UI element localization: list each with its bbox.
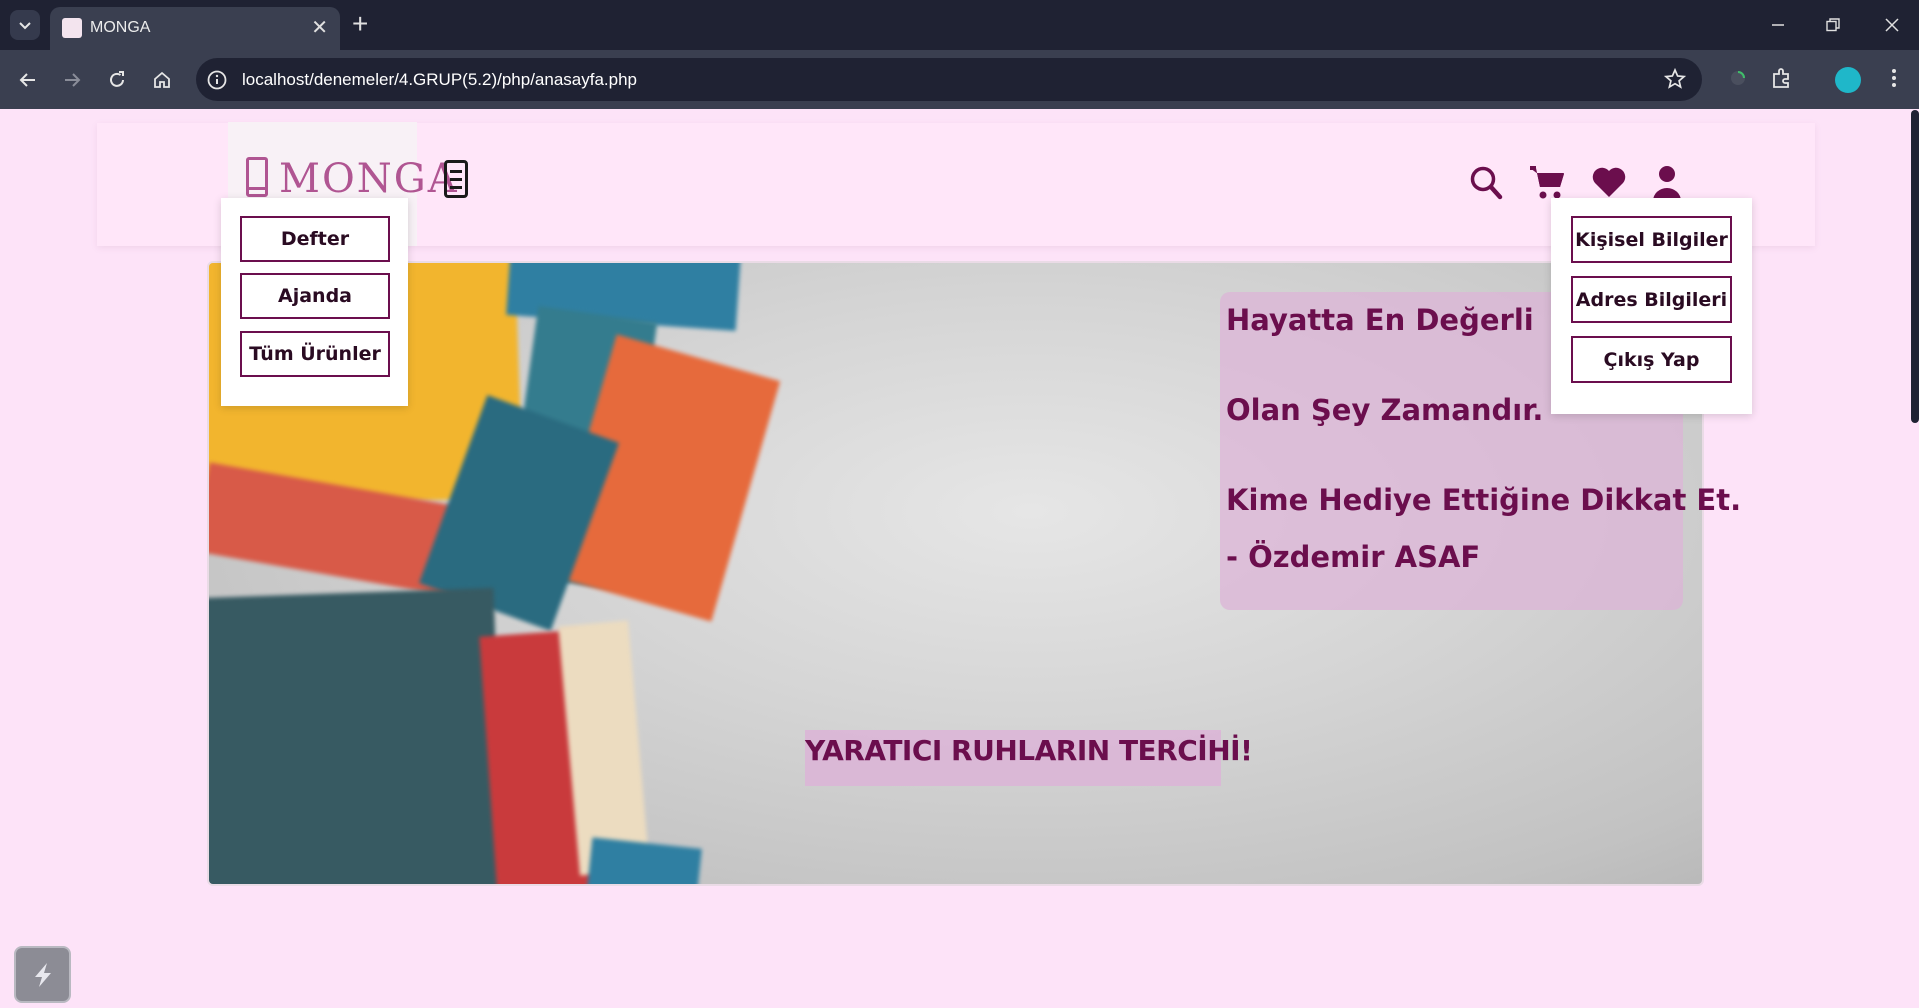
- extension-status-icon[interactable]: [1726, 66, 1750, 95]
- book-image: [209, 587, 505, 884]
- favicon-icon: [62, 18, 82, 38]
- minimize-button[interactable]: [1758, 10, 1798, 40]
- reload-button[interactable]: [101, 64, 133, 96]
- tab-search-button[interactable]: [10, 10, 40, 40]
- address-bar[interactable]: localhost/denemeler/4.GRUP(5.2)/php/anas…: [196, 58, 1702, 101]
- quote-line-3: Kime Hediye Ettiğine Dikkat Et.: [1226, 483, 1742, 517]
- browser-toolbar: localhost/denemeler/4.GRUP(5.2)/php/anas…: [0, 50, 1919, 109]
- arrow-left-icon: [19, 73, 35, 87]
- close-window-button[interactable]: [1872, 10, 1912, 40]
- bookmark-star-icon[interactable]: [1663, 67, 1687, 95]
- search-icon[interactable]: [1469, 165, 1503, 206]
- home-icon: [154, 71, 170, 88]
- menu-item-tum-urunler[interactable]: Tüm Ürünler: [240, 331, 390, 377]
- tab-title: MONGA: [90, 19, 151, 36]
- new-tab-button[interactable]: +: [352, 8, 368, 40]
- lightning-icon: [34, 962, 51, 987]
- reload-icon: [110, 71, 124, 87]
- scrollbar-thumb[interactable]: [1911, 110, 1919, 423]
- quote-line-2: Olan Şey Zamandır.: [1226, 393, 1544, 427]
- book-image: [586, 837, 702, 884]
- hamburger-menu-icon[interactable]: [444, 160, 468, 198]
- quote-author: - Özdemir ASAF: [1226, 540, 1481, 574]
- menu-item-ajanda[interactable]: Ajanda: [240, 273, 390, 319]
- site-info-icon[interactable]: [206, 69, 228, 96]
- floating-widget-button[interactable]: [14, 946, 71, 1003]
- close-tab-icon[interactable]: ✕: [311, 15, 328, 40]
- hero-slogan: YARATICI RUHLARIN TERCİHİ!: [805, 730, 1253, 786]
- url-text: localhost/denemeler/4.GRUP(5.2)/php/anas…: [242, 70, 638, 89]
- restore-button[interactable]: [1813, 10, 1853, 40]
- home-button[interactable]: [146, 64, 178, 96]
- chevron-down-icon: [19, 22, 31, 30]
- profile-avatar[interactable]: [1835, 67, 1861, 93]
- quote-line-1: Hayatta En Değerli: [1226, 303, 1534, 337]
- extensions-puzzle-icon[interactable]: [1770, 66, 1794, 95]
- menu-item-cikis-yap[interactable]: Çıkış Yap: [1571, 336, 1732, 383]
- close-icon: [1885, 18, 1899, 32]
- browser-menu-icon[interactable]: [1882, 66, 1906, 95]
- browser-tab-bar: MONGA ✕ +: [0, 0, 1919, 50]
- arrow-right-icon: [65, 73, 81, 87]
- notebook-logo-icon: [246, 157, 268, 197]
- menu-item-adres-bilgileri[interactable]: Adres Bilgileri: [1571, 276, 1732, 323]
- browser-tab[interactable]: MONGA ✕: [50, 7, 340, 50]
- forward-button[interactable]: [56, 64, 88, 96]
- menu-item-kisisel-bilgiler[interactable]: Kişisel Bilgiler: [1571, 216, 1732, 263]
- logo-text: MONGA: [279, 156, 459, 202]
- menu-item-defter[interactable]: Defter: [240, 216, 390, 262]
- minimize-icon: [1772, 24, 1784, 26]
- back-button[interactable]: [12, 64, 44, 96]
- restore-icon: [1826, 18, 1840, 32]
